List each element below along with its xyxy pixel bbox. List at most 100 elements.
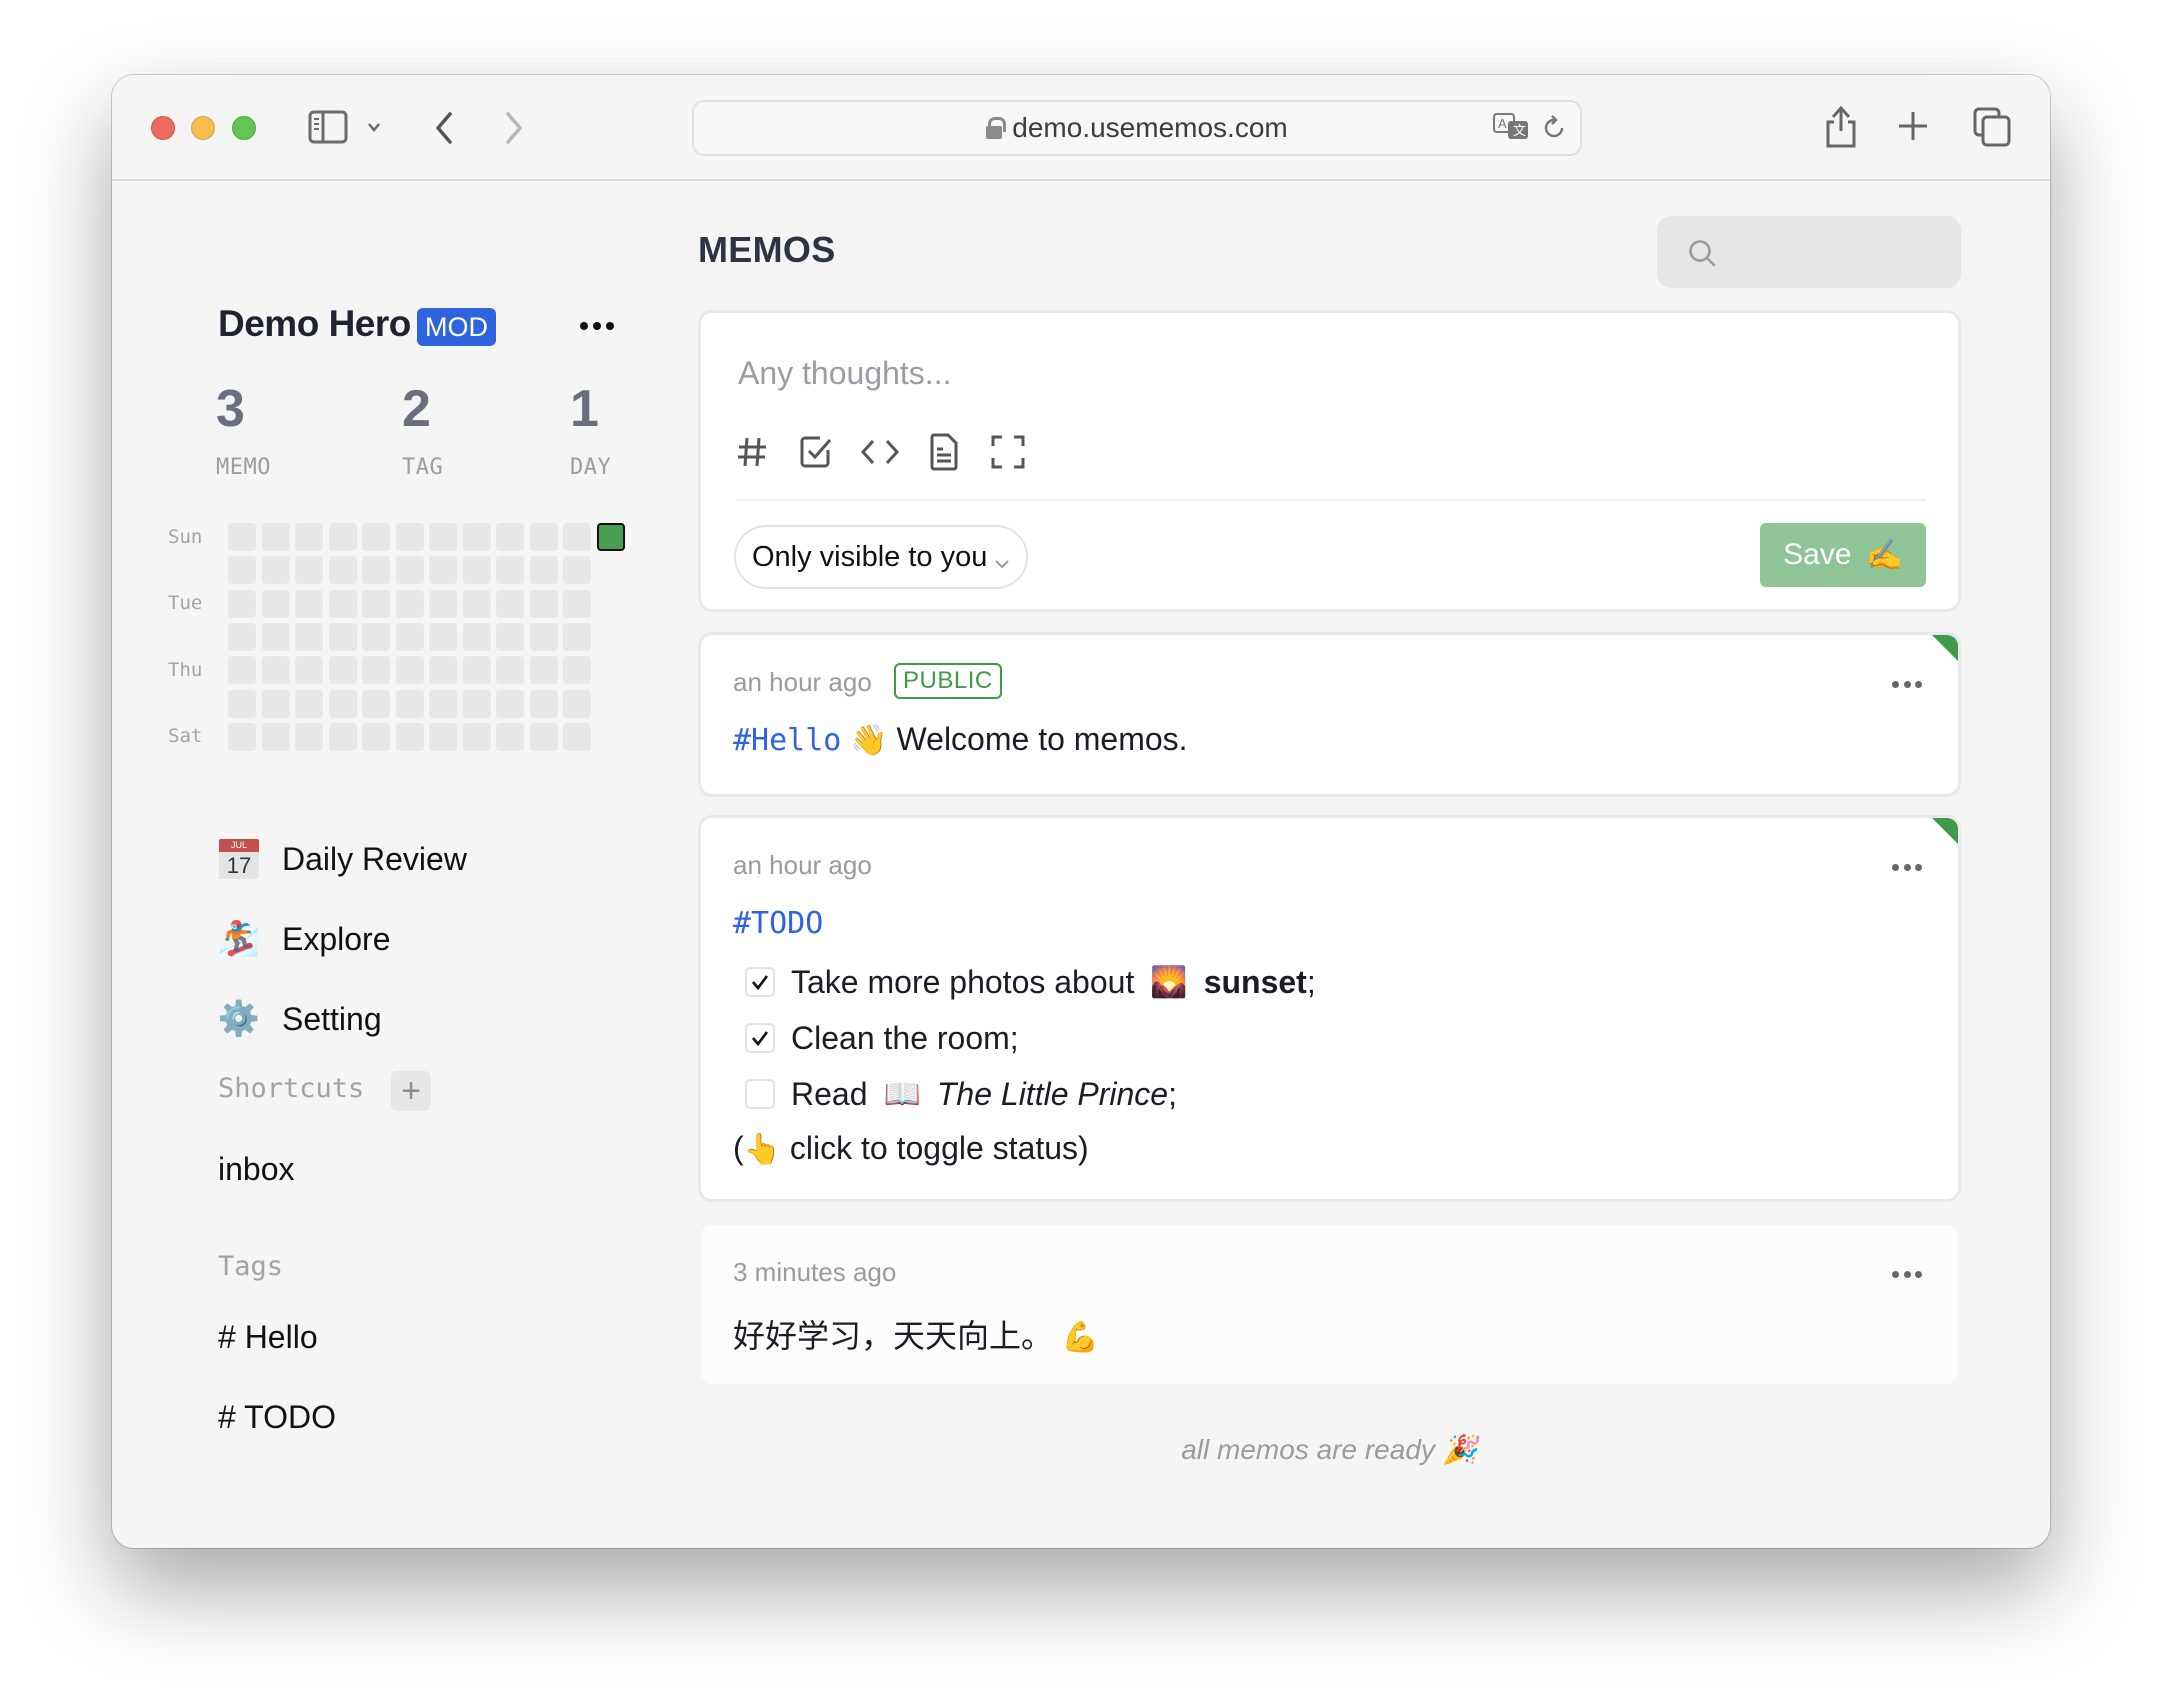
heatmap-cell[interactable]: [362, 589, 390, 618]
tag-item[interactable]: # Hello: [218, 1319, 318, 1356]
heatmap-cell[interactable]: [362, 656, 390, 685]
checkbox-unchecked[interactable]: [745, 1079, 775, 1109]
heatmap-cell[interactable]: [496, 556, 524, 585]
heatmap-cell[interactable]: [362, 556, 390, 585]
heatmap-cell[interactable]: [496, 656, 524, 685]
chevron-down-icon[interactable]: [364, 115, 384, 139]
heatmap-cell[interactable]: [295, 589, 323, 618]
heatmap-cell[interactable]: [529, 689, 558, 718]
tag-icon[interactable]: [731, 431, 773, 473]
heatmap-cell[interactable]: [295, 523, 323, 551]
heatmap-cell[interactable]: [529, 556, 558, 585]
heatmap-cell[interactable]: [228, 622, 256, 651]
heatmap-cell[interactable]: [563, 523, 591, 551]
tag-link[interactable]: #TODO: [733, 906, 823, 941]
new-tab-icon[interactable]: [1895, 108, 1931, 144]
tab-overview-icon[interactable]: [1972, 106, 2012, 148]
heatmap-cell[interactable]: [362, 689, 390, 718]
heatmap-cell[interactable]: [261, 556, 290, 585]
forward-icon[interactable]: [500, 109, 528, 147]
heatmap-cell[interactable]: [462, 589, 491, 618]
heatmap-cell[interactable]: [328, 689, 357, 718]
tag-link[interactable]: #Hello: [733, 723, 841, 758]
share-icon[interactable]: [1823, 103, 1859, 149]
heatmap-cell[interactable]: [563, 722, 591, 751]
heatmap-cell[interactable]: [496, 722, 524, 751]
heatmap-cell[interactable]: [328, 523, 357, 551]
heatmap-cell[interactable]: [462, 523, 491, 551]
todo-item[interactable]: Clean the room;: [745, 1016, 1019, 1060]
heatmap-cell[interactable]: [462, 722, 491, 751]
memo-more-icon[interactable]: [1892, 1269, 1922, 1279]
heatmap-cell[interactable]: [362, 622, 390, 651]
heatmap-cell[interactable]: [395, 622, 424, 651]
heatmap-cell[interactable]: [429, 656, 457, 685]
sidebar-item-setting[interactable]: ⚙️ Setting: [218, 994, 382, 1044]
heatmap-cell[interactable]: [261, 523, 290, 551]
sidebar-item-daily-review[interactable]: JUL 17 Daily Review: [218, 834, 467, 884]
close-window-button[interactable]: [151, 116, 175, 140]
back-icon[interactable]: [430, 109, 458, 147]
memo-more-icon[interactable]: [1892, 679, 1922, 689]
address-bar[interactable]: demo.usememos.com A文: [692, 100, 1582, 156]
heatmap-cell[interactable]: [429, 622, 457, 651]
more-options-icon[interactable]: [577, 311, 617, 341]
heatmap-cell[interactable]: [462, 689, 491, 718]
heatmap-cell[interactable]: [261, 622, 290, 651]
heatmap-cell[interactable]: [563, 656, 591, 685]
sidebar-item-explore[interactable]: 🏂 Explore: [218, 914, 391, 964]
heatmap-cell[interactable]: [328, 656, 357, 685]
heatmap-cell[interactable]: [563, 689, 591, 718]
heatmap-cell[interactable]: [462, 656, 491, 685]
heatmap-cell[interactable]: [228, 689, 256, 718]
memo-input[interactable]: Any thoughts...: [738, 355, 951, 392]
heatmap-cell[interactable]: [295, 656, 323, 685]
heatmap-cell[interactable]: [261, 689, 290, 718]
shortcut-item[interactable]: inbox: [218, 1151, 295, 1188]
heatmap-cell[interactable]: [429, 589, 457, 618]
heatmap-cell[interactable]: [228, 656, 256, 685]
heatmap-cell[interactable]: [261, 656, 290, 685]
heatmap-cell[interactable]: [462, 622, 491, 651]
fullscreen-icon[interactable]: [987, 431, 1029, 473]
checkbox-checked[interactable]: [745, 1023, 775, 1053]
heatmap-cell[interactable]: [429, 523, 457, 551]
heatmap-cell[interactable]: [529, 656, 558, 685]
heatmap-cell[interactable]: [496, 523, 524, 551]
heatmap-cell[interactable]: [228, 523, 256, 551]
heatmap-cell[interactable]: [395, 523, 424, 551]
heatmap-cell[interactable]: [295, 622, 323, 651]
heatmap-cell[interactable]: [228, 722, 256, 751]
heatmap-cell[interactable]: [328, 622, 357, 651]
heatmap-cell[interactable]: [228, 556, 256, 585]
heatmap-cell[interactable]: [496, 689, 524, 718]
heatmap-cell[interactable]: [429, 722, 457, 751]
heatmap-cell[interactable]: [362, 523, 390, 551]
heatmap-cell[interactable]: [295, 689, 323, 718]
heatmap-cell[interactable]: [395, 589, 424, 618]
heatmap-cell[interactable]: [328, 589, 357, 618]
heatmap-cell[interactable]: [496, 589, 524, 618]
heatmap-cell[interactable]: [529, 622, 558, 651]
heatmap-cell[interactable]: [429, 689, 457, 718]
checkbox-checked[interactable]: [745, 967, 775, 997]
heatmap-cell[interactable]: [395, 656, 424, 685]
heatmap-cell[interactable]: [563, 589, 591, 618]
heatmap-cell[interactable]: [261, 722, 290, 751]
heatmap-cell[interactable]: [395, 722, 424, 751]
memo-more-icon[interactable]: [1892, 862, 1922, 872]
heatmap-cell[interactable]: [563, 622, 591, 651]
heatmap-cell[interactable]: [362, 722, 390, 751]
heatmap-cell[interactable]: [529, 589, 558, 618]
checkbox-icon[interactable]: [795, 431, 837, 473]
add-shortcut-button[interactable]: +: [391, 1071, 431, 1111]
heatmap-cell[interactable]: [295, 722, 323, 751]
sidebar-toggle-icon[interactable]: [308, 110, 348, 144]
code-icon[interactable]: [859, 431, 901, 473]
visibility-select[interactable]: Only visible to you: [734, 525, 1028, 589]
heatmap-cell[interactable]: [295, 556, 323, 585]
tag-item[interactable]: # TODO: [218, 1399, 336, 1436]
heatmap-cell[interactable]: [496, 622, 524, 651]
heatmap-cell[interactable]: [429, 556, 457, 585]
todo-item[interactable]: Read 📖 The Little Prince;: [745, 1072, 1177, 1116]
